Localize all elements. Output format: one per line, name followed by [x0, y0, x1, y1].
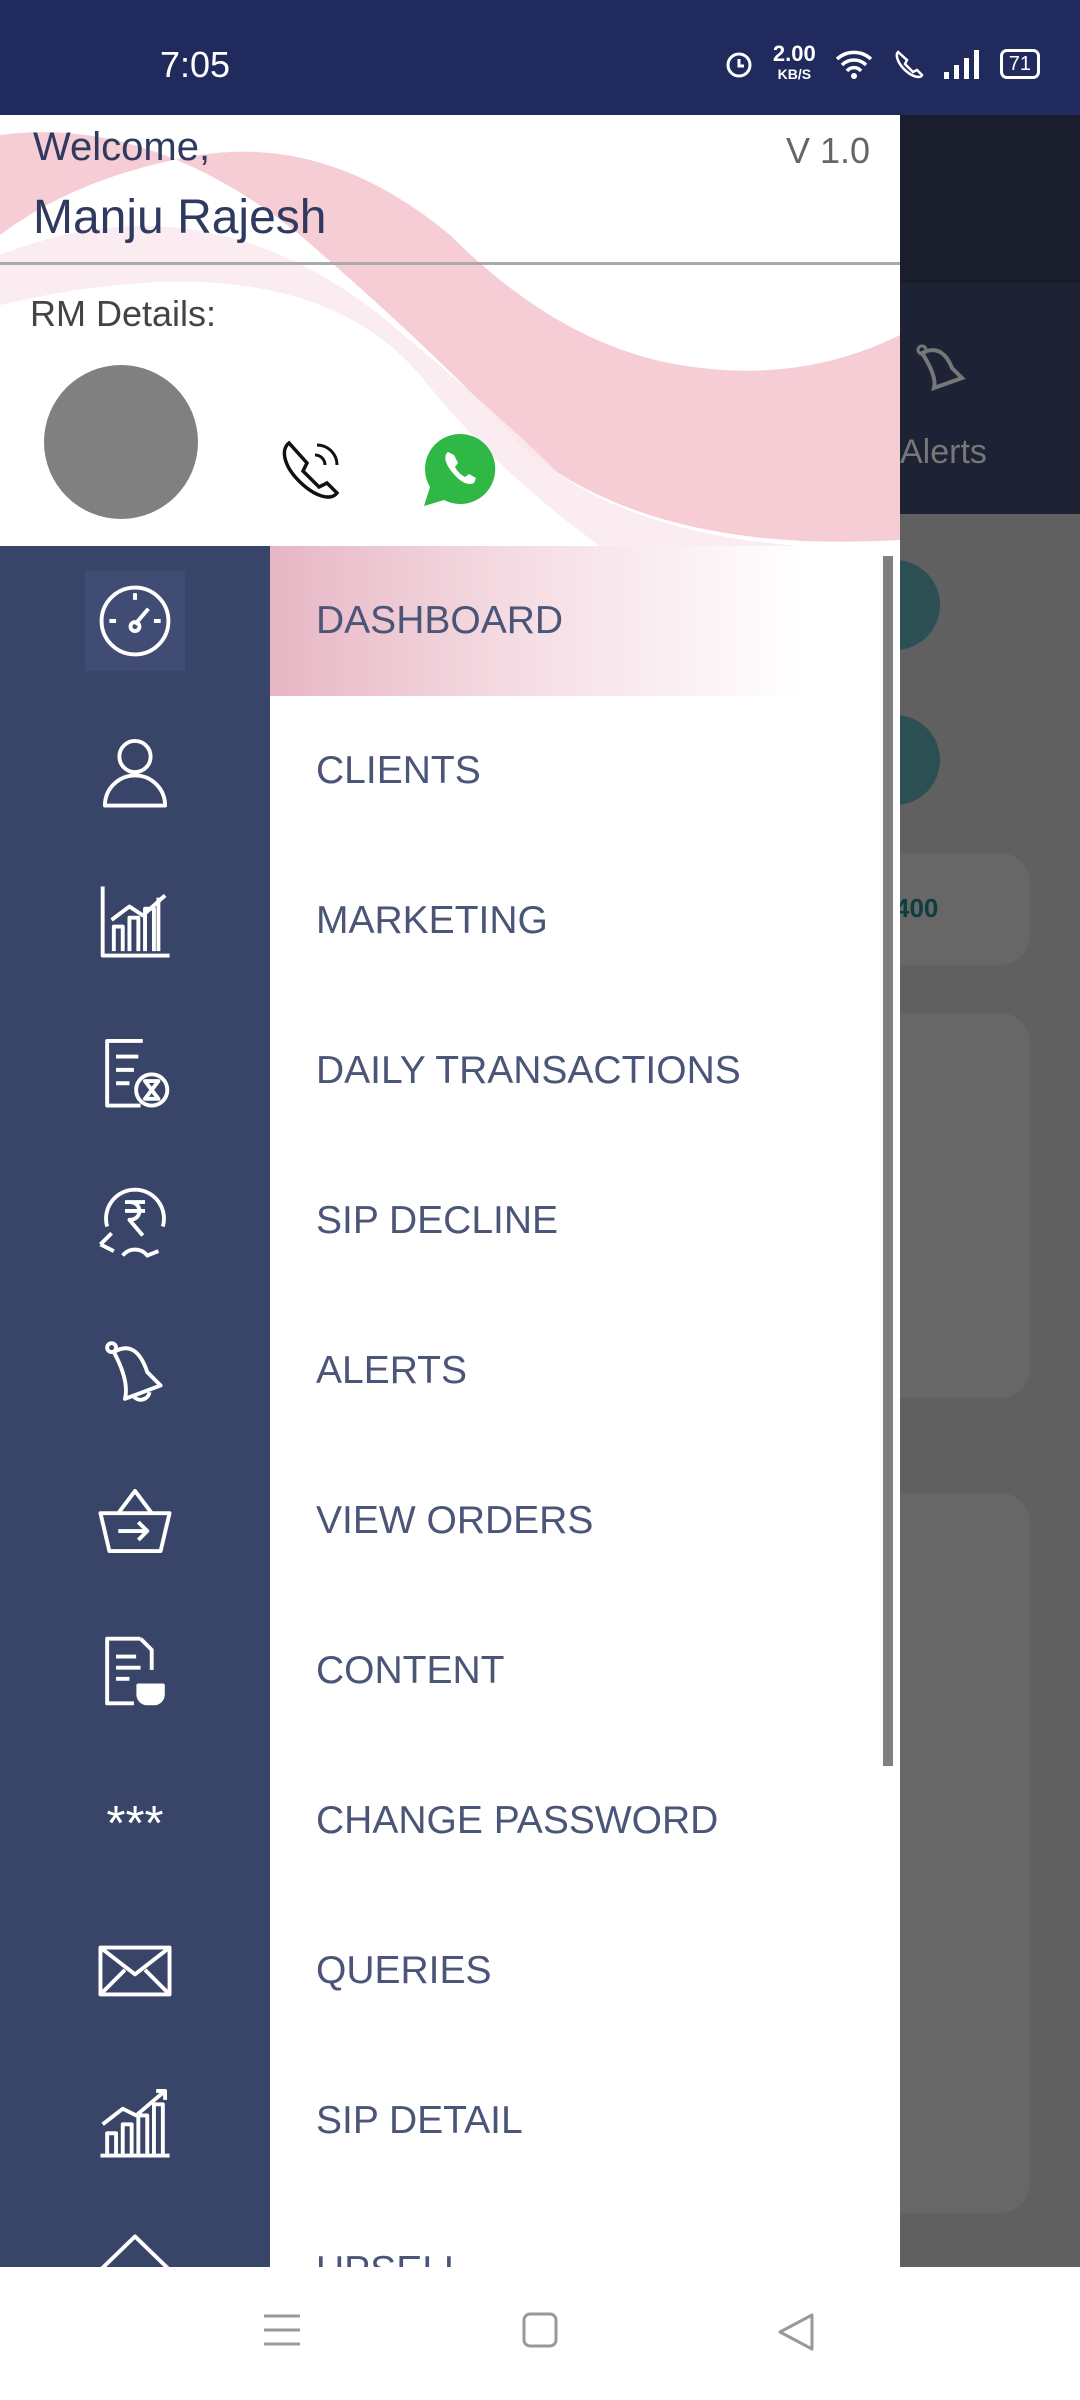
menu-item-view-orders[interactable]: VIEW ORDERS	[270, 1446, 900, 1596]
menu-item-label: CHANGE PASSWORD	[316, 1799, 719, 1842]
menu-item-label: SIP DETAIL	[316, 2099, 523, 2142]
menu-item-label: DASHBOARD	[316, 599, 564, 642]
bell-icon[interactable]	[85, 1321, 185, 1421]
document-hourglass-icon[interactable]	[85, 1021, 185, 1121]
navigation-drawer: Welcome, Manju Rajesh V 1.0 RM Details: …	[0, 115, 900, 2267]
password-icon[interactable]: ***	[85, 1771, 185, 1871]
alarm-icon	[726, 52, 752, 78]
menu-item-label: VIEW ORDERS	[316, 1499, 594, 1542]
phone-call-icon[interactable]	[275, 435, 347, 507]
menu-item-label: MARKETING	[316, 899, 548, 942]
document-cup-icon[interactable]	[85, 1621, 185, 1721]
signal-icon	[943, 50, 979, 79]
icon-rail: ***	[0, 546, 270, 2267]
menu-item-label: ALERTS	[316, 1349, 468, 1392]
clock: 7:05	[160, 44, 231, 85]
menu-item-sip-detail[interactable]: SIP DETAIL	[270, 2046, 900, 2196]
bar-chart-icon[interactable]	[85, 871, 185, 971]
background-app-bar	[900, 115, 1080, 283]
net-speed: 2.00	[772, 41, 816, 66]
wifi-call-icon	[895, 50, 924, 79]
whatsapp-icon[interactable]	[420, 430, 500, 510]
menu-item-label: QUERIES	[316, 1949, 492, 1992]
basket-icon[interactable]	[85, 1471, 185, 1571]
home-nav-button[interactable]	[522, 2312, 558, 2353]
app-version: V 1.0	[785, 130, 870, 171]
menu-item-content[interactable]: CONTENT	[270, 1596, 900, 1746]
user-icon[interactable]	[85, 721, 185, 821]
menu-item-label: UPSELL	[316, 2249, 466, 2267]
bell-icon	[916, 344, 966, 392]
menu-item-label: SIP DECLINE	[316, 1199, 559, 1242]
rm-details-label: RM Details:	[30, 293, 217, 334]
menu-item-queries[interactable]: QUERIES	[270, 1896, 900, 2046]
menu-item-upsell[interactable]: UPSELL	[270, 2196, 900, 2267]
back-nav-button[interactable]	[776, 2312, 816, 2357]
user-name: Manju Rajesh	[33, 191, 327, 244]
menu-item-change-password[interactable]: CHANGE PASSWORD	[270, 1746, 900, 1896]
menu-nav-button[interactable]	[262, 2312, 302, 2353]
menu-item-dashboard[interactable]: DASHBOARD	[270, 546, 900, 696]
menu-item-sip-decline[interactable]: SIP DECLINE	[270, 1146, 900, 1296]
drawer-header: Welcome, Manju Rajesh V 1.0 RM Details:	[0, 115, 900, 546]
wifi-icon	[835, 50, 872, 79]
battery-icon: 71	[999, 49, 1040, 79]
scrollbar[interactable]	[883, 556, 893, 1766]
welcome-label: Welcome,	[33, 125, 211, 169]
rupee-decline-icon[interactable]	[85, 1171, 185, 1271]
background-tab-alerts: Alerts	[900, 283, 1080, 514]
speedometer-icon[interactable]	[85, 571, 185, 671]
menu-item-alerts[interactable]: ALERTS	[270, 1296, 900, 1446]
system-navigation-bar	[0, 2267, 1080, 2400]
menu-item-clients[interactable]: CLIENTS	[270, 696, 900, 846]
menu-item-label: CONTENT	[316, 1649, 505, 1692]
menu-item-label: CLIENTS	[316, 749, 481, 792]
drawer-menu: DASHBOARD CLIENTS MARKETING DAILY TRANSACTI…	[270, 546, 900, 2267]
svg-text:***: ***	[106, 1797, 163, 1851]
rm-avatar	[44, 365, 198, 519]
upsell-arrow-icon[interactable]	[85, 2221, 185, 2267]
mail-icon[interactable]	[85, 1921, 185, 2021]
menu-item-daily-transactions[interactable]: DAILY TRANSACTIONS	[270, 996, 900, 1146]
status-bar: 7:05 2.00 KB/S 71	[0, 0, 1080, 115]
net-unit: KB/S	[777, 66, 812, 82]
growth-chart-icon[interactable]	[85, 2071, 185, 2171]
menu-item-marketing[interactable]: MARKETING	[270, 846, 900, 996]
menu-item-label: DAILY TRANSACTIONS	[316, 1049, 741, 1092]
divider	[0, 262, 900, 265]
